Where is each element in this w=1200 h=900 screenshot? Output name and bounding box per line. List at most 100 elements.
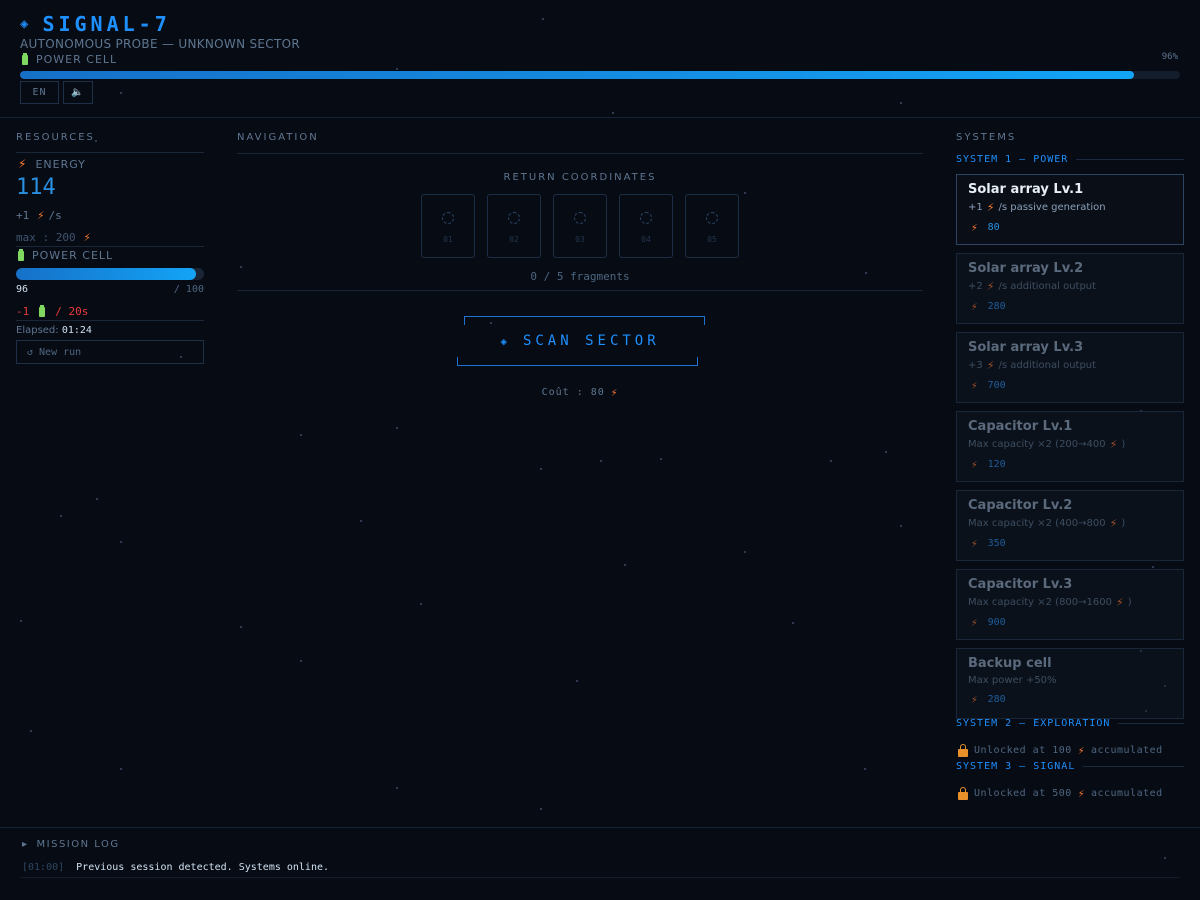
star [540,468,542,470]
star [885,451,887,453]
energy-max: max : 200 ⚡ [16,230,204,244]
scan-sector-button[interactable]: ◈ SCAN SECTOR [457,316,705,366]
lightning-icon: ⚡ [986,359,995,372]
energy-label: ⚡ ENERGY [18,157,204,171]
lightning-icon: ⚡ [971,458,978,471]
fragment-number: 04 [641,235,651,244]
fragment-number: 05 [707,235,717,244]
upgrade-name: Solar array Lv.1 [968,182,1084,197]
upgrade-cost: ⚡ 80 [971,221,1172,234]
diamond-icon: ◈ [500,334,511,348]
lightning-icon: ⚡ [1109,517,1118,530]
upgrade-name: Capacitor Lv.3 [968,577,1073,592]
energy-rate-value: +1 [16,208,30,222]
power-cell-max: / 100 [173,284,204,295]
upgrade-card[interactable]: Capacitor Lv.1 Max capacity ×2 (200→400 ⚡)… [956,411,1184,482]
upgrade-card[interactable]: Backup cell Max power +50% ⚡ 280 [956,648,1184,719]
star [360,520,362,522]
fragment-number: 02 [509,235,519,244]
upgrade-description-suffix: ) [1121,439,1126,450]
system-2-lock: Unlocked at 100 ⚡ accumulated [958,743,1184,757]
empty-slot-icon [442,212,454,224]
system-2-lock-suffix: accumulated [1090,745,1163,756]
upgrade-cost-value: 80 [987,222,1000,233]
scan-cost-text: Coût : 80 [541,387,605,398]
upgrade-list: Solar array Lv.1 +1 ⚡/s passive generation… [956,174,1184,719]
system-2-title: SYSTEM 2 — EXPLORATION [956,718,1111,729]
header-power-label: POWER CELL [22,52,118,66]
empty-slot-icon [640,212,652,224]
upgrade-card[interactable]: Solar array Lv.2 +2 ⚡/s additional output ⚡… [956,253,1184,324]
upgrade-description-text: Max capacity ×2 (400→800 [968,518,1106,529]
lightning-icon: ⚡ [986,201,995,214]
fragment-slot: 04 [619,194,673,258]
power-cell-bar-fill [16,268,197,280]
upgrade-description-suffix: ) [1127,597,1132,608]
return-coordinates-title: RETURN COORDINATES [503,172,657,183]
divider [237,153,923,154]
energy-rate-unit: /s [48,208,62,222]
header-power-bar [20,71,1180,79]
system-3-header: SYSTEM 3 — SIGNAL [956,761,1184,772]
star [30,730,32,732]
language-button[interactable]: EN [20,81,59,104]
lightning-icon: ⚡ [971,379,978,392]
upgrade-card[interactable]: Solar array Lv.1 +1 ⚡/s passive generation… [956,174,1184,245]
star [300,660,302,662]
chevron-right-icon[interactable]: ▸ [22,839,29,850]
upgrade-cost: ⚡ 900 [971,616,1172,629]
upgrade-card[interactable]: Capacitor Lv.3 Max capacity ×2 (800→1600 ⚡… [956,569,1184,640]
header-power-text: POWER CELL [36,53,118,66]
systems-title: SYSTEMS [956,132,1017,143]
empty-slot-icon [574,212,586,224]
fragment-slot: 05 [685,194,739,258]
upgrade-name: Backup cell [968,656,1052,671]
star [396,787,398,789]
navigation-title: NAVIGATION [237,132,319,143]
star [864,768,866,770]
upgrade-description-text: +3 [968,360,983,371]
divider [16,152,204,153]
upgrade-name: Capacitor Lv.1 [968,419,1073,434]
power-cell-label-text: POWER CELL [32,249,114,262]
scan-cost: Coût : 80 ⚡ [237,386,923,399]
battery-icon [18,248,24,261]
battery-icon [22,52,28,65]
mission-log-title-text: MISSION LOG [36,839,120,850]
mission-log: ▸ MISSION LOG [01:00] Previous session d… [0,827,1200,900]
star [830,460,832,462]
star [96,498,98,500]
lightning-icon: ⚡ [971,616,978,629]
star [900,525,902,527]
fragment-slot: 01 [421,194,475,258]
log-entry-text: Previous session detected. Systems onlin… [76,862,330,873]
log-entry: [01:00] Previous session detected. Syste… [22,862,329,873]
upgrade-description-text: Max power +50% [968,675,1057,686]
elapsed-time: Elapsed: 01:24 [16,325,204,336]
power-drain: -1 / 20s [16,304,204,318]
mission-log-title: ▸ MISSION LOG [22,839,120,850]
power-drain-value: -1 [16,305,30,318]
divider [237,290,923,291]
upgrade-description-text: Max capacity ×2 (800→1600 [968,597,1112,608]
star [624,564,626,566]
star [792,622,794,624]
system-3-lock-suffix: accumulated [1090,788,1163,799]
power-cell-value: 96 [16,284,29,295]
star [396,427,398,429]
system-1-title: SYSTEM 1 — POWER [956,154,1069,165]
energy-value: 114 [16,175,56,200]
divider [1076,159,1184,160]
fragment-slot: 03 [553,194,607,258]
upgrade-card[interactable]: Solar array Lv.3 +3 ⚡/s additional output ⚡… [956,332,1184,403]
elapsed-value: 01:24 [61,325,92,336]
lightning-icon: ⚡ [1077,787,1085,800]
log-entry-time: [01:00] [22,862,65,873]
upgrade-cost: ⚡ 120 [971,458,1172,471]
divider [16,320,204,321]
sound-toggle-button[interactable]: 🔈 [63,81,93,104]
upgrade-card[interactable]: Capacitor Lv.2 Max capacity ×2 (400→800 ⚡)… [956,490,1184,561]
star [540,808,542,810]
upgrade-cost-value: 280 [987,301,1006,312]
new-run-button[interactable]: ↺ New run [16,340,204,364]
